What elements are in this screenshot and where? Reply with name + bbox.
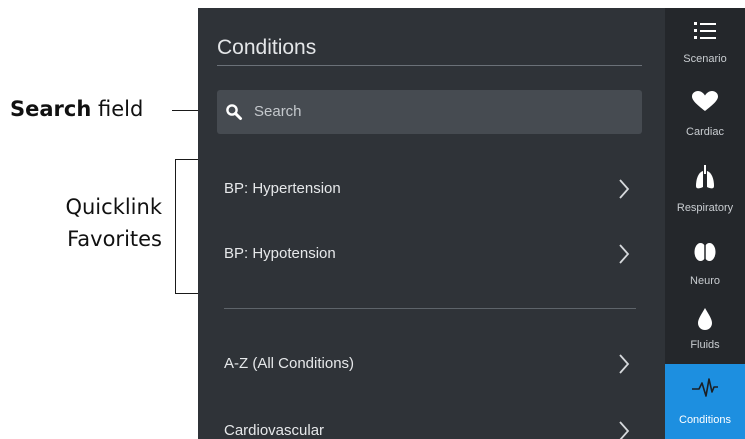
chevron-right-icon xyxy=(619,179,630,199)
nav-item-respiratory[interactable]: Respiratory xyxy=(665,160,745,233)
nav-item-label: Scenario xyxy=(683,53,727,65)
conditions-panel: Conditions Search BP: Hypertension BP: H… xyxy=(198,8,665,439)
category-item-label: Cardiovascular xyxy=(224,422,325,439)
lungs-icon xyxy=(696,165,714,189)
search-input[interactable]: Search xyxy=(217,90,642,134)
category-item-label: A-Z (All Conditions) xyxy=(224,355,355,372)
chevron-right-icon xyxy=(619,244,630,264)
nav-item-label: Cardiac xyxy=(686,126,724,138)
favorites-bracket-vertical xyxy=(175,159,176,294)
heart-icon xyxy=(692,91,718,111)
quicklink-annotation-line2: Favorites xyxy=(67,227,162,251)
side-nav-rail: Scenario Cardiac Respiratory Neuro Fluid… xyxy=(665,8,745,439)
nav-item-label: Neuro xyxy=(690,275,720,287)
nav-item-cardiac[interactable]: Cardiac xyxy=(665,84,745,157)
category-item-cardiovascular[interactable]: Cardiovascular xyxy=(198,406,665,439)
search-annotation-rest: field xyxy=(91,97,144,121)
nav-item-fluids[interactable]: Fluids xyxy=(665,303,745,361)
list-icon xyxy=(694,22,716,39)
nav-item-scenario[interactable]: Scenario xyxy=(665,8,745,81)
section-divider xyxy=(224,308,636,309)
quicklink-annotation-line1: Quicklink xyxy=(65,195,162,219)
nav-item-label: Conditions xyxy=(679,414,731,426)
droplet-icon xyxy=(698,308,712,330)
favorite-item-label: BP: Hypertension xyxy=(224,180,341,197)
pulse-icon xyxy=(692,378,718,397)
quicklink-favorites-annotation: Quicklink Favorites xyxy=(20,191,162,255)
title-underline xyxy=(217,65,642,66)
chevron-right-icon xyxy=(619,421,630,439)
favorite-item-label: BP: Hypotension xyxy=(224,245,336,262)
nav-item-label: Respiratory xyxy=(676,202,734,214)
nav-item-conditions[interactable]: Conditions xyxy=(665,364,745,439)
nav-item-neuro[interactable]: Neuro xyxy=(665,236,745,309)
category-item-a-z[interactable]: A-Z (All Conditions) xyxy=(198,339,665,389)
screenshot: Search field Quicklink Favorites Conditi… xyxy=(0,0,745,439)
search-placeholder: Search xyxy=(254,103,302,120)
nav-item-label: Fluids xyxy=(690,339,720,351)
chevron-right-icon xyxy=(619,354,630,374)
favorite-item-hypotension[interactable]: BP: Hypotension xyxy=(198,229,665,279)
search-annotation-bold: Search xyxy=(10,97,92,121)
page-title: Conditions xyxy=(217,36,317,59)
favorite-item-hypertension[interactable]: BP: Hypertension xyxy=(198,164,665,214)
search-field-annotation: Search field xyxy=(10,96,143,122)
search-icon xyxy=(226,104,242,120)
brain-icon xyxy=(694,243,716,261)
